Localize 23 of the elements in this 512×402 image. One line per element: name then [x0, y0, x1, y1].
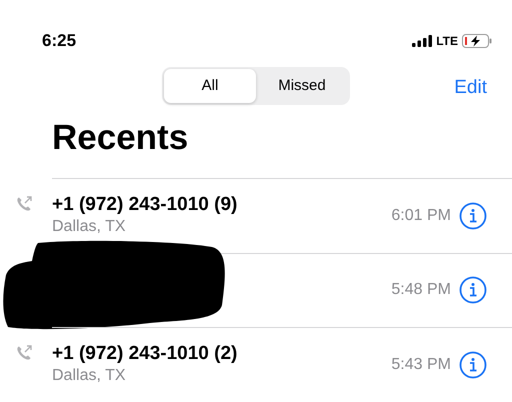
outgoing-call-icon: [16, 196, 32, 212]
caller-location: Dallas, TX: [52, 216, 127, 237]
clock-time: 6:25: [42, 30, 76, 52]
caller-number: +1 (972) 243-1010 (9): [52, 194, 238, 216]
call-time: 5:48 PM: [391, 280, 451, 300]
call-time: 6:01 PM: [391, 206, 451, 226]
info-button[interactable]: [459, 276, 487, 304]
info-button[interactable]: [459, 350, 487, 379]
info-icon: [459, 276, 487, 304]
battery-icon: [462, 34, 492, 48]
page-title: Recents: [52, 117, 190, 159]
caller-location: Dallas, TX: [52, 366, 127, 386]
call-time: 5:43 PM: [391, 354, 451, 375]
caller-number: +1 (972) 243-1010 (2): [52, 342, 238, 365]
outgoing-call-icon: [16, 345, 32, 361]
segment-tab[interactable]: Missed: [256, 69, 348, 103]
signal-icon: [412, 34, 432, 46]
network-label: LTE: [436, 32, 458, 50]
info-button[interactable]: [459, 202, 487, 230]
edit-button[interactable]: Edit: [454, 74, 487, 102]
info-icon: [459, 350, 487, 379]
segment-tab[interactable]: All: [164, 69, 256, 103]
info-icon: [459, 202, 487, 230]
